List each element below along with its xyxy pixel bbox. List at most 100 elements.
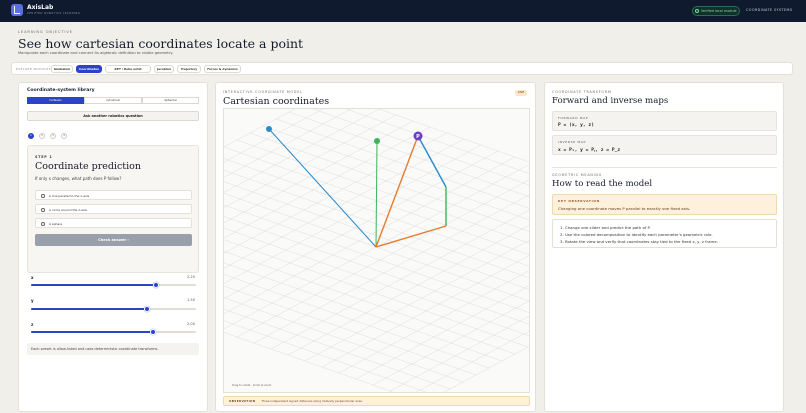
radio-icon <box>41 222 45 226</box>
transform-title: Forward and inverse maps <box>552 96 669 106</box>
transform-panel: COORDINATE TRANSFORM Forward and inverse… <box>544 82 784 412</box>
y-axis-handle[interactable] <box>266 126 272 132</box>
slider-z-label: z <box>31 322 34 327</box>
system-tab-cylindrical[interactable]: Cylindrical <box>84 97 142 104</box>
library-title: Coordinate-system library <box>27 88 95 93</box>
page-title: See how cartesian coordinates locate a p… <box>18 36 304 51</box>
learning-objective-eyebrow: LEARNING OBJECTIVE <box>18 30 73 34</box>
grid-line <box>224 144 482 284</box>
slider-y-value: 1.50 <box>186 298 195 302</box>
system-tab-cartesian[interactable]: Cartesian <box>27 97 84 104</box>
observation-label: OBSERVATION <box>229 399 256 403</box>
meaning-title: How to read the model <box>552 179 653 189</box>
step-3-button[interactable]: 3 <box>50 133 56 139</box>
check-answer-button[interactable]: Check answer › <box>35 234 192 246</box>
modules-label: EXPLORE MODULES <box>16 67 52 71</box>
grid-line <box>378 109 529 163</box>
inverse-map-formula: x = Pₓ, y = Pᵧ, z = P_z <box>558 148 621 153</box>
grid-line <box>253 194 529 344</box>
system-tab-spherical[interactable]: Spherical <box>142 97 199 104</box>
slider-x[interactable] <box>31 282 196 288</box>
z-axis-handle[interactable] <box>374 138 380 144</box>
z-axis-line <box>375 140 378 248</box>
ask-question-button[interactable]: Ask another robotics question <box>27 111 199 121</box>
option-label: A line parallel to the x-axis <box>49 194 90 198</box>
instruction-item: 3. Rotate the view and verify that coord… <box>560 239 718 244</box>
grid-line <box>288 111 529 197</box>
slider-y-label: y <box>31 298 34 303</box>
grid-line <box>224 216 529 325</box>
x-component-path <box>375 225 447 248</box>
grid-line <box>355 285 529 380</box>
forward-map-formula: P = (x, y, z) <box>558 123 594 128</box>
grid-line <box>224 114 397 208</box>
module-tab-rpy[interactable]: RPY / Robo wrist <box>105 65 151 73</box>
answer-option-a[interactable]: A line parallel to the x-axis <box>35 190 192 200</box>
step-2-button[interactable]: 2 <box>39 133 45 139</box>
radio-icon <box>41 208 45 212</box>
divider <box>552 167 777 168</box>
module-tab-forces[interactable]: Forces & dynamics <box>204 65 241 73</box>
option-label: A circle around the z-axis <box>49 208 87 212</box>
question-title: Coordinate prediction <box>35 161 141 172</box>
observation-text: Three independent signed distances along… <box>261 399 363 403</box>
grid-line <box>224 120 414 224</box>
top-bar: AxisLab Verified robotics learning Verif… <box>0 0 806 22</box>
slider-fill <box>31 331 154 333</box>
slider-z-value: 2.00 <box>186 322 195 326</box>
transform-eyebrow: COORDINATE TRANSFORM <box>552 90 612 94</box>
observation-bar: OBSERVATION Three independent signed dis… <box>223 396 530 406</box>
module-tab-gimbaloni[interactable]: Gimbaloni <box>51 65 73 73</box>
key-observation-text: Changing one coordinate moves P parallel… <box>558 206 691 211</box>
grid-line <box>338 270 529 374</box>
point-p-label: P <box>416 134 420 140</box>
slider-y[interactable] <box>31 306 196 312</box>
answer-option-b[interactable]: A circle around the z-axis <box>35 204 192 214</box>
verified-badge: Verified local module <box>692 6 740 16</box>
axis-glyph-icon <box>14 6 20 14</box>
grid-line <box>372 300 529 386</box>
grid-line <box>389 315 529 392</box>
step-1-button[interactable]: 1 <box>28 133 34 139</box>
grid-line <box>224 308 451 390</box>
coordinate-systems-link[interactable]: COORDINATE SYSTEMS <box>746 8 792 12</box>
canvas-hint: Drag to rotate · Scroll to zoom <box>232 384 272 387</box>
live-badge: LIVE <box>515 90 527 96</box>
slider-thumb[interactable] <box>150 329 157 335</box>
module-tab-trajectory[interactable]: Trajectory <box>177 65 201 73</box>
forward-map-box: FORWARD MAP P = (x, y, z) <box>552 111 777 131</box>
module-tab-coordinates[interactable]: Coordinates <box>76 65 102 73</box>
meaning-eyebrow: GEOMETRIC MEANING <box>552 173 603 177</box>
module-tab-jacobian[interactable]: Jacobian <box>154 65 174 73</box>
model-eyebrow: INTERACTIVE COORDINATE MODEL <box>223 90 303 94</box>
slider-thumb[interactable] <box>143 306 150 312</box>
key-observation-box: KEY OBSERVATION Changing one coordinate … <box>552 194 777 215</box>
question-text: If only x changes, what path does P foll… <box>35 176 122 181</box>
check-circle-icon <box>695 9 699 13</box>
page-subtitle: Manipulate each coordinate and connect i… <box>18 51 174 55</box>
verified-label: Verified local module <box>701 9 737 13</box>
library-note: Each preset is allow-listed and uses det… <box>27 343 199 355</box>
step-4-button[interactable]: 4 <box>61 133 67 139</box>
slider-fill <box>31 284 157 286</box>
slider-fill <box>31 308 147 310</box>
coordinate-library-panel: Coordinate-system library Cartesian Cyli… <box>18 82 208 412</box>
slider-z[interactable] <box>31 329 196 335</box>
option-label: A sphere <box>49 222 63 226</box>
radio-icon <box>41 194 45 198</box>
grid-line <box>224 251 516 355</box>
answer-option-c[interactable]: A sphere <box>35 218 192 228</box>
grid-line <box>224 109 324 163</box>
grid-line <box>224 227 529 337</box>
modules-strip: EXPLORE MODULES Gimbaloni Coordinates RP… <box>11 62 793 75</box>
app-subtitle: Verified robotics learning <box>27 12 81 15</box>
grid-line <box>224 285 477 376</box>
slider-x-label: x <box>31 275 34 280</box>
slider-thumb[interactable] <box>153 282 160 288</box>
grid-line <box>224 150 499 299</box>
grid-line <box>270 209 529 350</box>
model-canvas[interactable]: P Drag to rotate · Scroll to zoom <box>223 108 530 393</box>
instruction-item: 1. Change one slider and predict the pat… <box>560 225 651 230</box>
model-svg[interactable]: P <box>224 109 530 393</box>
forward-map-label: FORWARD MAP <box>558 116 589 120</box>
